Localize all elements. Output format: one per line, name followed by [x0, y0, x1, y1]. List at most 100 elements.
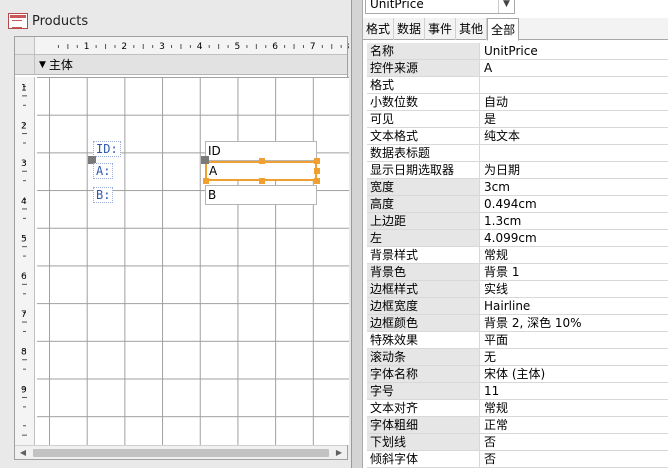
property-row[interactable]: 背景样式 常规 — [367, 247, 668, 264]
ruler-mark-label: 3 — [159, 42, 165, 52]
property-row[interactable]: 宽度 3cm — [367, 179, 668, 196]
property-name: 左 — [367, 230, 480, 246]
resize-handle-top-right[interactable] — [314, 158, 320, 164]
property-value[interactable]: A — [480, 60, 668, 76]
ruler-mark-label: 2 — [121, 42, 127, 52]
ruler-mark-label: 7 — [310, 42, 316, 52]
property-row[interactable]: 滚动条无 — [367, 349, 668, 366]
property-value[interactable]: 背景 1 — [480, 264, 668, 280]
tab-all[interactable]: 全部 — [487, 18, 520, 41]
label-id[interactable]: ID: — [93, 141, 121, 157]
section-label: 主体 — [48, 58, 73, 72]
ruler-mark-label: 5 — [235, 42, 241, 52]
property-name: 特殊效果 — [367, 332, 480, 348]
resize-handle-bottom-right[interactable] — [314, 178, 320, 184]
horizontal-ruler: 1 2 3 4 5 6 7 8 — [35, 37, 354, 55]
chevron-down-icon[interactable]: ▼ — [498, 0, 514, 13]
property-row[interactable]: 文本格式 纯文本 — [367, 128, 668, 145]
property-value[interactable]: 背景 2, 深色 10% — [480, 315, 668, 331]
scroll-right-icon[interactable]: ▶ — [333, 447, 345, 459]
property-row[interactable]: 显示日期选取器 为日期 — [367, 162, 668, 179]
tab-other[interactable]: 其他 — [456, 18, 488, 40]
property-name: 控件来源 — [367, 60, 480, 76]
ruler-mark-label: 2 — [21, 121, 27, 131]
property-name: 下划线 — [367, 434, 480, 450]
property-row[interactable]: 上边距 1.3cm — [367, 213, 668, 230]
property-value[interactable] — [480, 145, 668, 161]
property-value[interactable]: 常规 — [480, 400, 668, 416]
property-value[interactable]: 正常 — [480, 417, 668, 433]
property-row[interactable]: 倾斜字体否 — [367, 451, 668, 468]
label-b[interactable]: B: — [93, 187, 114, 203]
tab-data[interactable]: 数据 — [394, 18, 426, 40]
property-row[interactable]: 控件来源 A — [367, 60, 668, 77]
property-name: 滚动条 — [367, 349, 480, 365]
form-title-bar[interactable]: Products — [8, 8, 348, 34]
selected-object-name: UnitPrice — [370, 0, 424, 11]
resize-handle-bottom-left[interactable] — [203, 178, 209, 184]
property-row[interactable]: 边框样式 实线 — [367, 281, 668, 298]
property-row[interactable]: 左 4.099cm — [367, 230, 668, 247]
property-value[interactable]: 否 — [480, 434, 668, 450]
property-row[interactable]: 背景色 背景 1 — [367, 264, 668, 281]
scroll-left-icon[interactable]: ◀ — [17, 447, 29, 459]
property-value[interactable]: 否 — [480, 451, 668, 467]
property-row[interactable]: 字体粗细 正常 — [367, 417, 668, 434]
property-sheet: UnitPrice ▼ 格式 数据 事件 其他 全部 名称 UnitPrice 控件… — [362, 0, 668, 468]
property-name: 背景色 — [367, 264, 480, 280]
property-value[interactable]: UnitPrice — [480, 43, 668, 59]
ruler-mark-label: 6 — [21, 272, 27, 282]
property-value[interactable]: 自动 — [480, 94, 668, 110]
property-value[interactable]: 11 — [480, 383, 668, 399]
section-header-detail[interactable]: ▼ 主体 — [35, 55, 347, 75]
property-row[interactable]: 特殊效果 平面 — [367, 332, 668, 349]
property-value[interactable]: 纯文本 — [480, 128, 668, 144]
object-selector-dropdown[interactable]: UnitPrice ▼ — [365, 0, 515, 14]
property-row[interactable]: 下划线否 — [367, 434, 668, 451]
property-name: 可见 — [367, 111, 480, 127]
property-value[interactable]: 宋体 (主体) — [480, 366, 668, 382]
property-value[interactable]: 3cm — [480, 179, 668, 195]
tab-event[interactable]: 事件 — [425, 18, 457, 40]
property-row[interactable]: 字号 11 — [367, 383, 668, 400]
textbox-b[interactable]: B — [205, 185, 317, 205]
property-value[interactable]: 平面 — [480, 332, 668, 348]
property-name: 边框颜色 — [367, 315, 480, 331]
property-value[interactable]: 0.494cm — [480, 196, 668, 212]
tab-format[interactable]: 格式 — [363, 18, 395, 40]
textbox-move-handle[interactable] — [201, 156, 209, 164]
property-row[interactable]: 名称 UnitPrice — [367, 43, 668, 60]
ruler-mark-label: 1 — [21, 84, 27, 94]
resize-handle-right[interactable] — [314, 168, 320, 174]
property-row[interactable]: 高度 0.494cm — [367, 196, 668, 213]
property-value[interactable]: 为日期 — [480, 162, 668, 178]
section-selector[interactable] — [15, 55, 35, 75]
property-value[interactable]: 1.3cm — [480, 213, 668, 229]
property-value[interactable]: 是 — [480, 111, 668, 127]
resize-handle-bottom[interactable] — [259, 178, 265, 184]
horizontal-scrollbar[interactable]: ◀ ▶ — [15, 445, 347, 459]
property-row[interactable]: 文本对齐 常规 — [367, 400, 668, 417]
property-row[interactable]: 边框宽度 Hairline — [367, 298, 668, 315]
property-value[interactable] — [480, 77, 668, 93]
property-value[interactable]: 无 — [480, 349, 668, 365]
property-name: 小数位数 — [367, 94, 480, 110]
property-row[interactable]: 边框颜色 背景 2, 深色 10% — [367, 315, 668, 332]
property-row[interactable]: 数据表标题 — [367, 145, 668, 162]
property-value[interactable]: Hairline — [480, 298, 668, 314]
scrollbar-thumb[interactable] — [33, 449, 329, 457]
label-a[interactable]: A: — [93, 163, 114, 179]
property-row[interactable]: 小数位数 自动 — [367, 94, 668, 111]
splitter[interactable] — [352, 0, 362, 468]
property-row[interactable]: 字体名称 宋体 (主体) — [367, 366, 668, 383]
ruler-corner[interactable] — [15, 37, 35, 55]
design-grid[interactable]: ID: A: B: ID A B — [37, 77, 349, 445]
property-value[interactable]: 4.099cm — [480, 230, 668, 246]
property-value[interactable]: 实线 — [480, 281, 668, 297]
property-value[interactable]: 常规 — [480, 247, 668, 263]
property-row[interactable]: 格式 — [367, 77, 668, 94]
property-name: 字体粗细 — [367, 417, 480, 433]
property-row[interactable]: 可见是 — [367, 111, 668, 128]
property-name: 上边距 — [367, 213, 480, 229]
resize-handle-top[interactable] — [259, 158, 265, 164]
